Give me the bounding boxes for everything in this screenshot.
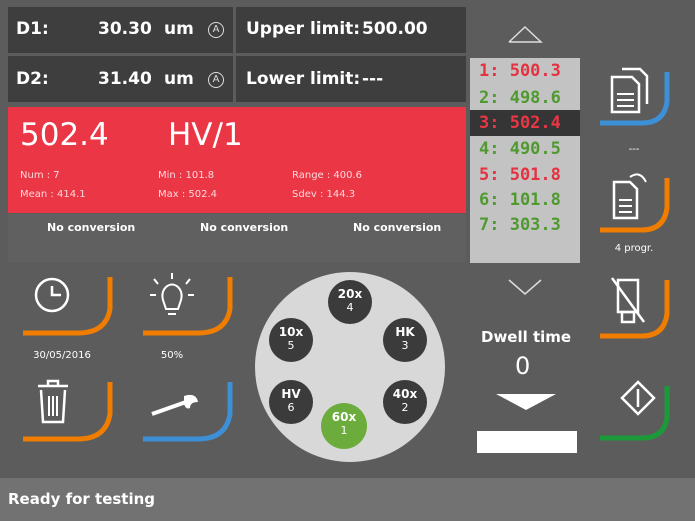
stat-num: Num : 7 [20,170,60,181]
turret-pos-6[interactable]: HV 6 [269,380,313,424]
dwell-value: 0 [515,352,531,380]
status-bar: Ready for testing [0,478,695,521]
d2-auto-icon[interactable]: A [208,72,224,88]
usb-disabled-icon [600,277,670,339]
scroll-down-button[interactable] [470,268,580,308]
light-caption: 50% [160,350,184,361]
trash-icon [23,379,113,442]
d1-unit: um [164,19,194,39]
upper-limit-value: 500.00 [362,19,428,39]
turret-pos-5-label: 10x [278,325,304,339]
documents-icon [600,67,670,126]
result-panel: 502.4 HV/1 Num : 7 Mean : 414.1 Min : 10… [8,107,466,213]
document-refresh-icon [600,173,670,233]
delete-button[interactable] [20,372,120,450]
history-item-2[interactable]: 2: 498.6 [470,85,580,111]
conversion-row: No conversion No conversion No conversio… [8,214,466,262]
history-item-7[interactable]: 7: 303.3 [470,212,580,238]
turret-pos-2-number: 2 [401,401,409,414]
history-item-5[interactable]: 5: 501.8 [470,162,580,188]
dwell-bar[interactable] [477,431,577,453]
d2-unit: um [164,69,194,89]
history-text-2: 2: 498.6 [479,88,561,108]
turret-pos-4[interactable]: 20x 4 [328,280,372,324]
history-item-3[interactable]: 3: 502.4 [470,110,580,136]
stat-range: Range : 400.6 [292,170,363,181]
turret-pos-1[interactable]: 60x 1 [321,403,367,449]
lower-limit-box[interactable]: Lower limit: --- [236,56,466,102]
d2-box: D2: 31.40 um A [8,56,233,102]
status-text: Ready for testing [8,490,156,508]
history-text-7: 7: 303.3 [479,215,561,235]
turret-pos-4-label: 20x [337,287,363,301]
dwell-decrease-button[interactable] [486,390,566,414]
conversion-3[interactable]: No conversion [353,221,441,234]
turret-pos-1-label: 60x [331,410,357,424]
turret-pos-4-number: 4 [346,301,354,314]
clock-icon [23,277,113,336]
d1-box: D1: 30.30 um A [8,7,233,53]
history-text-1: 1: 500.3 [479,61,561,81]
chevron-up-icon [508,25,543,43]
d2-value: 31.40 [98,69,152,89]
turret-pos-3-label: HK [395,325,415,339]
turret-pos-5-number: 5 [287,339,295,352]
turret-pos-5[interactable]: 10x 5 [269,318,313,362]
stat-sdev: Sdev : 144.3 [292,189,356,200]
d2-label: D2: [16,69,49,89]
lower-limit-value: --- [362,69,384,89]
program-caption: 4 progr. [614,243,654,254]
lower-limit-label: Lower limit: [246,69,361,89]
result-value: 502.4 [20,117,109,153]
d1-auto-icon[interactable]: A [208,22,224,38]
history-text-5: 5: 501.8 [479,165,561,185]
turret-pos-1-number: 1 [340,424,348,437]
clock-button[interactable] [20,273,120,345]
conversion-1[interactable]: No conversion [47,221,135,234]
stat-max: Max : 502.4 [158,189,218,200]
report-button[interactable] [594,60,674,140]
history-text-4: 4: 490.5 [479,139,561,159]
history-item-1[interactable]: 1: 500.3 [470,58,580,84]
history-list: 1: 500.3 2: 498.6 3: 502.4 4: 490.5 5: 5… [470,58,580,263]
turret-pos-3[interactable]: HK 3 [383,318,427,362]
program-button[interactable] [594,168,674,238]
history-text-6: 6: 101.8 [479,190,561,210]
objective-turret: 20x 4 10x 5 HK 3 HV 6 40x 2 60x 1 [255,272,445,462]
start-diamond-icon [600,380,670,441]
turret-pos-2-label: 40x [392,387,418,401]
turret-pos-6-number: 6 [287,401,295,414]
d1-label: D1: [16,19,49,39]
result-scale: HV/1 [168,117,243,153]
scroll-up-button[interactable] [470,12,580,52]
stat-min: Min : 101.8 [158,170,215,181]
history-item-6[interactable]: 6: 101.8 [470,187,580,213]
report-caption: --- [628,144,640,155]
start-button[interactable] [594,372,674,452]
turret-pos-6-label: HV [281,387,301,401]
d1-value: 30.30 [98,19,152,39]
dwell-label: Dwell time [481,328,572,346]
wrench-icon [143,382,233,442]
conversion-2[interactable]: No conversion [200,221,288,234]
stat-mean: Mean : 414.1 [20,189,86,200]
date-caption: 30/05/2016 [33,350,91,361]
turret-pos-2[interactable]: 40x 2 [383,380,427,424]
usb-button[interactable] [594,274,674,346]
history-text-3: 3: 502.4 [479,113,561,133]
triangle-down-icon [496,394,556,410]
chevron-down-icon [508,279,542,295]
upper-limit-box[interactable]: Upper limit: 500.00 [236,7,466,53]
turret-pos-3-number: 3 [401,339,409,352]
lightbulb-icon [143,273,233,336]
service-button[interactable] [140,372,240,450]
light-button[interactable] [140,273,240,345]
upper-limit-label: Upper limit: [246,19,361,39]
history-item-4[interactable]: 4: 490.5 [470,136,580,162]
